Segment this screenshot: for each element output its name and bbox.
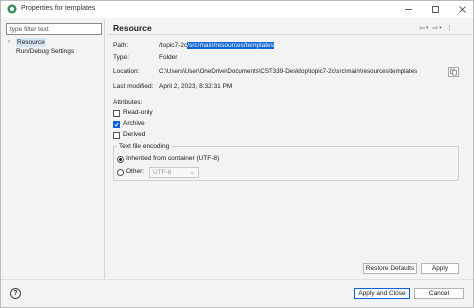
read-only-checkbox[interactable]: [113, 110, 120, 117]
tree-item-label: Run/Debug Settings: [16, 48, 75, 55]
type-value: Folder: [159, 54, 178, 61]
page-title: Resource: [113, 23, 152, 33]
modified-value: April 2, 2023, 8:32:31 PM: [159, 83, 233, 90]
dropdown-chevron-icon[interactable]: ▾: [439, 25, 442, 31]
cancel-button[interactable]: Cancel: [414, 288, 464, 299]
encoding-select-value: UTF-8: [153, 169, 172, 176]
read-only-label: Read-only: [123, 109, 153, 116]
chevron-right-icon[interactable]: ›: [8, 38, 10, 47]
restore-defaults-button[interactable]: Restore Defaults: [363, 263, 417, 274]
filter-input[interactable]: [6, 23, 102, 35]
archive-checkbox[interactable]: [113, 121, 120, 128]
apply-button[interactable]: Apply: [421, 263, 459, 274]
apply-and-close-button[interactable]: Apply and Close: [354, 288, 410, 299]
more-options-icon[interactable]: ⋮: [446, 24, 453, 32]
location-value[interactable]: C:\Users\User\OneDrive\Documents\CST339-…: [159, 68, 417, 75]
path-value[interactable]: /topic7-2c/src/main/resources/templates: [159, 42, 274, 49]
app-icon: [7, 4, 17, 14]
copy-icon: [450, 68, 457, 76]
type-label: Type:: [113, 54, 129, 61]
attributes-heading: Attributes:: [113, 99, 143, 106]
help-icon[interactable]: ?: [10, 288, 21, 299]
tree-item-resource[interactable]: › Resource: [6, 38, 102, 47]
tree-item-label: Resource: [16, 38, 46, 47]
footer-divider: [1, 279, 473, 280]
close-icon: [458, 6, 466, 13]
inherited-encoding-label: Inherited from container (UTF-8): [126, 155, 220, 162]
maximize-button[interactable]: [424, 1, 446, 18]
pane-divider[interactable]: [104, 20, 105, 279]
location-label: Location:: [113, 68, 140, 75]
apply-and-close-label: Apply and Close: [358, 290, 406, 297]
inherited-encoding-radio[interactable]: [117, 156, 124, 163]
properties-dialog: Properties for templates › Resource Run/…: [0, 0, 474, 308]
forward-arrow-icon[interactable]: ⇨: [432, 24, 438, 32]
left-pane: › Resource Run/Debug Settings: [6, 21, 102, 276]
restore-defaults-label: Restore Defaults: [365, 265, 415, 272]
open-location-button[interactable]: [448, 67, 459, 77]
title-bar: Properties for templates: [1, 1, 473, 18]
tree-item-run-debug-settings[interactable]: Run/Debug Settings: [6, 47, 102, 56]
minimize-icon: [404, 9, 412, 10]
minimize-button[interactable]: [397, 1, 419, 18]
apply-label: Apply: [431, 265, 449, 272]
history-navigation: ⇦ ▾ ⇨ ▾ ⋮: [419, 23, 465, 32]
other-encoding-label: Other:: [126, 168, 145, 175]
window-title: Properties for templates: [21, 5, 96, 12]
encoding-group-title: Text file encoding: [117, 143, 172, 150]
cancel-label: Cancel: [428, 290, 450, 297]
modified-label: Last modified:: [113, 83, 154, 90]
archive-label: Archive: [123, 120, 145, 127]
close-button[interactable]: [451, 1, 473, 18]
path-prefix: /topic7-2c: [159, 42, 188, 49]
path-selection: /src/main/resources/templates: [187, 42, 274, 49]
chevron-down-icon: ⌄: [189, 169, 195, 176]
maximize-icon: [431, 6, 439, 13]
header-divider: [107, 34, 471, 35]
other-encoding-radio[interactable]: [117, 169, 124, 176]
path-label: Path:: [113, 42, 129, 49]
page-header: [105, 20, 472, 35]
derived-checkbox[interactable]: [113, 132, 120, 139]
derived-label: Derived: [123, 131, 146, 138]
encoding-select[interactable]: UTF-8 ⌄: [149, 167, 199, 178]
checkmark-icon: [114, 122, 119, 127]
dropdown-chevron-icon[interactable]: ▾: [426, 25, 429, 31]
back-arrow-icon[interactable]: ⇦: [419, 24, 425, 32]
